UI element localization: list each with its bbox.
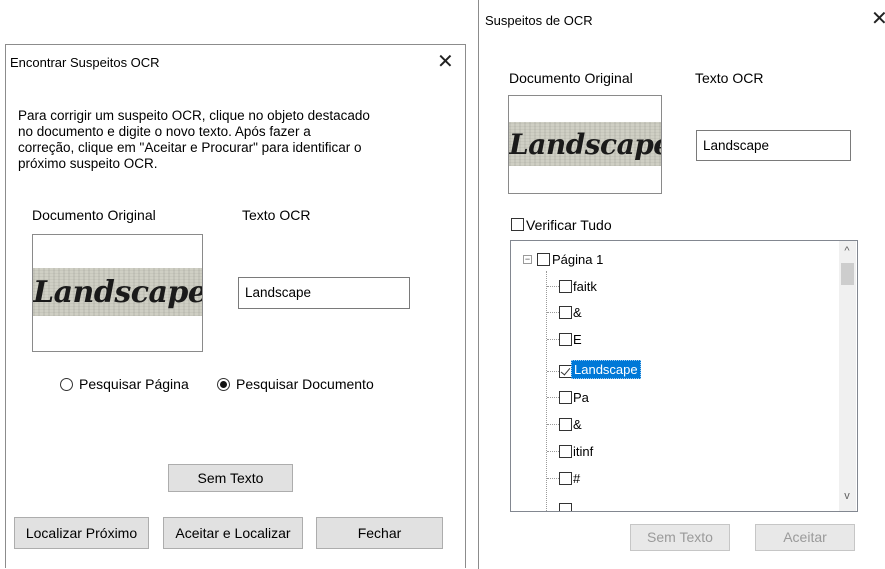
tree-root-label[interactable]: Página 1 [552,252,603,267]
tree-item-checkbox[interactable] [559,306,572,319]
collapse-toggle-icon[interactable]: − [523,255,532,264]
close-icon[interactable]: ✕ [871,9,885,29]
tree-item-checkbox[interactable] [559,418,572,431]
close-button[interactable]: Fechar [316,517,443,549]
ocr-text-label: Texto OCR [695,70,764,86]
accept-button[interactable]: Aceitar [755,524,855,551]
tree-connector [547,339,559,340]
scroll-up-icon[interactable]: ^ [839,245,855,257]
find-ocr-suspects-dialog: Encontrar Suspeitos OCR ✕ Para corrigir … [5,44,466,568]
close-icon[interactable]: ✕ [437,52,454,72]
tree-item-label[interactable]: faitk [573,279,597,294]
tree-connector [546,271,547,511]
suspects-tree[interactable]: − Página 1 faitk & E Landscape Pa & itin… [510,240,858,512]
tree-connector [547,371,559,372]
original-document-image: Landscape [32,234,203,352]
tree-connector [547,451,559,452]
ocr-text-input[interactable]: Landscape [696,130,851,161]
handwritten-word: Landscape [33,275,203,310]
tree-item-checkbox[interactable] [559,391,572,404]
accept-and-find-button[interactable]: Aceitar e Localizar [163,517,303,549]
tree-item-label[interactable]: E [573,332,582,347]
instructions-text: Para corrigir um suspeito OCR, clique no… [18,108,458,172]
tree-item-label[interactable]: & [573,417,582,432]
tree-item-label[interactable]: itinf [573,444,593,459]
original-document-image: Landscape [508,95,662,194]
instruction-line: correção, clique em "Aceitar e Procurar"… [18,140,362,155]
tree-item-label[interactable]: # [573,471,580,486]
instruction-line: Para corrigir um suspeito OCR, clique no… [18,108,370,123]
tree-connector [547,397,559,398]
instruction-line: no documento e digite o novo texto. Após… [18,124,311,139]
find-next-button[interactable]: Localizar Próximo [14,517,149,549]
tree-connector [547,424,559,425]
verify-all-label[interactable]: Verificar Tudo [526,217,612,233]
tree-item-label[interactable]: & [573,305,582,320]
scroll-thumb[interactable] [841,263,854,285]
tree-item-label[interactable]: Pa [573,390,589,405]
search-document-label[interactable]: Pesquisar Documento [236,376,374,392]
tree-connector [547,286,559,287]
tree-root-checkbox[interactable] [537,253,550,266]
tree-item-checkbox[interactable] [559,503,572,511]
no-text-button[interactable]: Sem Texto [630,524,730,551]
instruction-line: próximo suspeito OCR. [18,156,158,171]
tree-scrollbar[interactable]: ^ v [839,241,856,511]
dialog-title: Encontrar Suspeitos OCR [10,55,160,70]
search-page-radio[interactable] [60,378,73,391]
tree-connector [547,312,559,313]
ocr-text-input[interactable]: Landscape [238,277,410,309]
no-text-button[interactable]: Sem Texto [168,464,293,492]
tree-connector [547,478,559,479]
search-document-radio[interactable] [217,378,230,391]
original-document-label: Documento Original [509,70,633,86]
ocr-suspects-dialog: Suspeitos de OCR ✕ Documento Original Te… [478,0,885,569]
tree-item-checkbox[interactable] [559,445,572,458]
tree-item-checkbox[interactable] [559,333,572,346]
tree-item-label-selected[interactable]: Landscape [571,360,641,379]
verify-all-checkbox[interactable] [511,218,524,231]
dialog-title: Suspeitos de OCR [485,13,593,28]
scroll-down-icon[interactable]: v [839,490,855,502]
tree-item-checkbox[interactable] [559,280,572,293]
ocr-text-label: Texto OCR [242,207,311,223]
tree-item-checkbox[interactable] [559,472,572,485]
search-page-label[interactable]: Pesquisar Página [79,376,189,392]
handwritten-word: Landscape [509,128,662,161]
original-document-label: Documento Original [32,207,156,223]
